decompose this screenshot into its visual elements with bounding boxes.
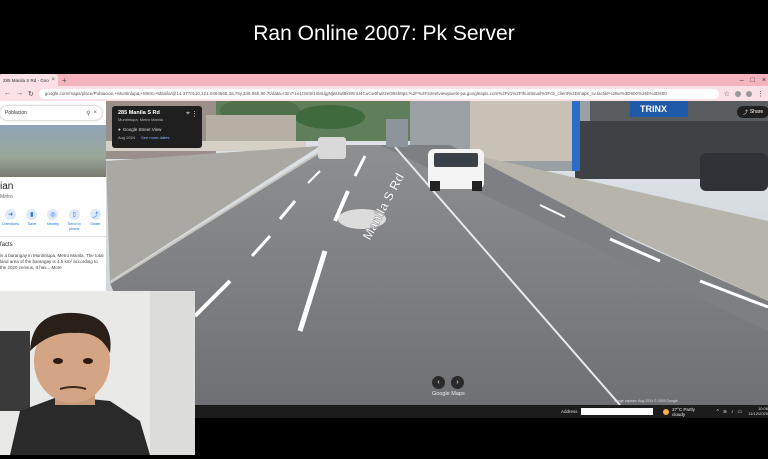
tab-label: 285 Manila S Rd - Google Maps <box>3 77 49 83</box>
menu-icon[interactable]: ⋮ <box>757 90 764 98</box>
google-maps-logo: Google Maps <box>432 391 465 397</box>
taskbar-address-label: Address <box>561 409 578 414</box>
bookmark-icon: ▮ <box>26 209 38 220</box>
streetview-navigation: ‹ › <box>432 376 464 389</box>
action-directions[interactable]: ➜ Directions <box>1 209 21 231</box>
search-box[interactable]: Poblacion ⚲ × <box>0 106 102 120</box>
window-controls: – □ × <box>740 74 766 86</box>
street-view-logo: ● Google Street View <box>118 127 162 132</box>
location-pin-icon[interactable]: ⌖ <box>186 110 190 118</box>
pegman-icon: ● <box>118 127 121 132</box>
close-tab-icon[interactable]: × <box>51 77 55 83</box>
action-nearby[interactable]: ◎ Nearby <box>43 209 63 231</box>
weather-widget[interactable]: 27°C Partly cloudy <box>663 407 708 417</box>
search-icon[interactable]: ⚲ <box>86 110 90 117</box>
image-credit: Image capture: Aug 2024 © 2025 Google <box>614 399 678 403</box>
place-photo[interactable] <box>0 125 106 177</box>
reload-icon[interactable]: ↻ <box>28 90 34 98</box>
back-icon[interactable]: ← <box>4 90 11 97</box>
facts-text: is a barangay in Muntinlupa, Metro Manil… <box>0 253 104 270</box>
webcam-overlay <box>0 291 195 455</box>
streetview-info-card: 285 Manila S Rd Muntinlupa, Metro Manila… <box>112 106 202 148</box>
close-window-icon[interactable]: × <box>762 77 766 84</box>
screen: Ran Online 2007: Pk Server 285 Manila S … <box>0 0 768 459</box>
directions-icon: ➜ <box>5 209 17 220</box>
system-tray: ^ ≋ ♪ ▭ <box>716 409 742 415</box>
browser-toolbar: ← → ↻ google.com/maps/place/Poblacion,+M… <box>0 86 768 101</box>
taskbar: Address 27°C Partly cloudy ^ ≋ ♪ ▭ 10:06… <box>195 405 768 418</box>
maximize-icon[interactable]: □ <box>751 77 755 84</box>
extension-icon[interactable] <box>735 90 741 97</box>
share-icon: ⤴ <box>89 209 101 220</box>
webcam-person-illustration <box>0 291 195 455</box>
action-save[interactable]: ▮ Save <box>22 209 42 231</box>
profile-icon[interactable] <box>746 90 752 97</box>
divider <box>0 236 106 237</box>
phone-icon: ▯ <box>68 209 80 220</box>
action-share[interactable]: ⤴ Share <box>85 209 105 231</box>
stream-title: Ran Online 2007: Pk Server <box>253 22 515 45</box>
place-actions: ➜ Directions ▮ Save ◎ Nearby ▯ Send to p… <box>0 209 106 231</box>
place-name: ian <box>0 181 14 192</box>
clock[interactable]: 10:06 11/12/2025 <box>748 406 768 416</box>
forward-icon[interactable]: → <box>16 90 23 97</box>
url-bar[interactable]: google.com/maps/place/Poblacion,+Muntinl… <box>38 88 719 99</box>
taskbar-address-input[interactable] <box>580 408 654 415</box>
browser-tabbar: 285 Manila S Rd - Google Maps × + – □ × <box>0 74 768 86</box>
star-icon[interactable]: ☆ <box>724 90 730 98</box>
facts-heading: facts <box>0 242 13 248</box>
new-tab-button[interactable]: + <box>62 76 67 85</box>
sv-address: 285 Manila S Rd <box>118 110 160 116</box>
chevron-up-icon[interactable]: ^ <box>716 409 718 415</box>
sv-city: Muntinlupa, Metro Manila <box>118 117 163 122</box>
share-button[interactable]: ⤴ Share <box>737 106 768 118</box>
chevron-left-icon[interactable]: ‹ <box>432 376 445 389</box>
see-more-dates-link[interactable]: See more dates <box>141 135 169 140</box>
sv-date[interactable]: Aug 2024 <box>118 135 135 140</box>
minimize-icon[interactable]: – <box>740 77 744 84</box>
action-send-to-phone[interactable]: ▯ Send to phone <box>64 209 84 231</box>
search-input[interactable]: Poblacion <box>5 110 83 116</box>
place-panel: Poblacion ⚲ × ian Metro ➜ Directions ▮ S… <box>0 101 106 291</box>
wifi-icon[interactable]: ≋ <box>723 409 727 415</box>
place-subtitle: Metro <box>0 194 13 200</box>
battery-icon[interactable]: ▭ <box>738 409 743 415</box>
nearby-icon: ◎ <box>47 209 59 220</box>
chevron-right-icon[interactable]: › <box>451 376 464 389</box>
share-icon: ⤴ <box>742 109 748 116</box>
volume-icon[interactable]: ♪ <box>731 409 734 415</box>
close-icon[interactable]: × <box>93 110 97 116</box>
more-options-icon[interactable]: ⋮ <box>191 110 198 118</box>
browser-tab[interactable]: 285 Manila S Rd - Google Maps × <box>0 74 58 86</box>
weather-icon <box>663 408 670 415</box>
svg-text:TRINX: TRINX <box>640 104 667 114</box>
